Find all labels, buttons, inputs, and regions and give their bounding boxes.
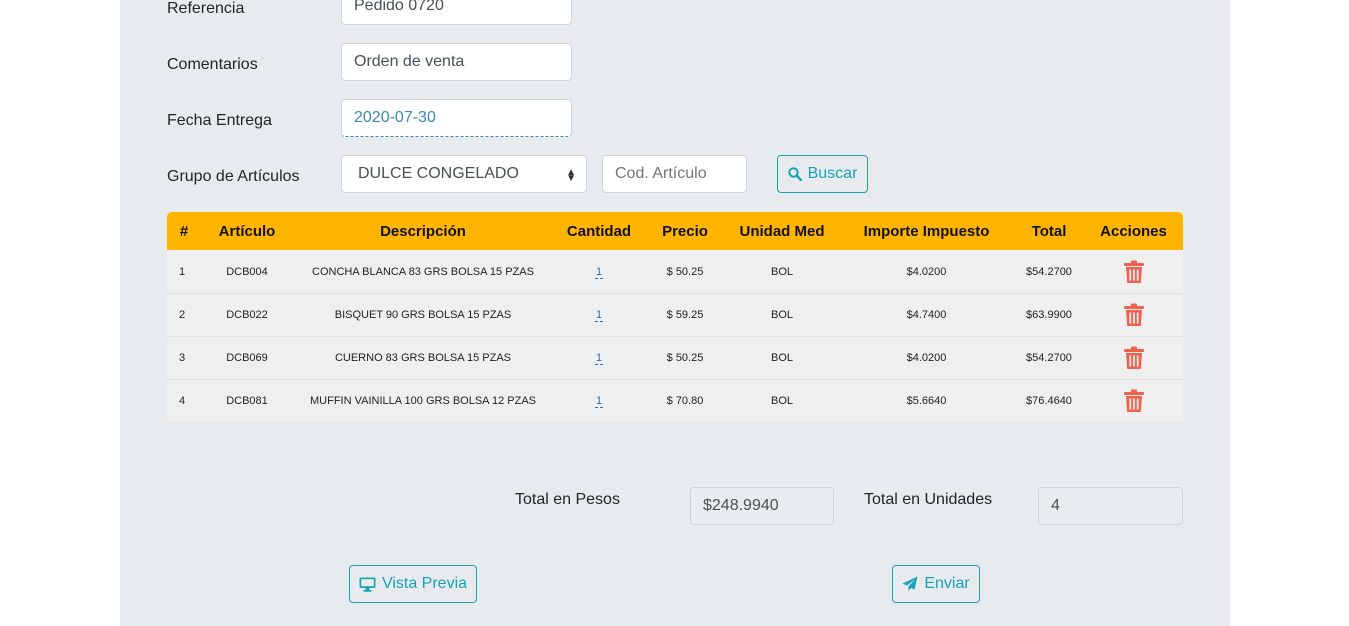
- row-number: 1: [167, 250, 201, 293]
- monitor-icon: [359, 577, 376, 592]
- col-header-cantidad: Cantidad: [553, 212, 645, 250]
- select-caret-icon: ▲ ▼: [566, 167, 576, 184]
- row-descripcion: BISQUET 90 GRS BOLSA 15 PZAS: [293, 293, 553, 336]
- col-header-descripcion: Descripción: [293, 212, 553, 250]
- row-number: 4: [167, 379, 201, 422]
- row-unidad: BOL: [725, 250, 839, 293]
- col-header-impuesto: Importe Impuesto: [839, 212, 1014, 250]
- row-impuesto: $4.0200: [839, 250, 1014, 293]
- row-cantidad-cell: 1: [553, 250, 645, 293]
- cod-articulo-input[interactable]: [602, 155, 747, 193]
- row-number: 2: [167, 293, 201, 336]
- total-pesos-field: [690, 487, 834, 525]
- comentarios-input[interactable]: [341, 43, 572, 81]
- fecha-entrega-label: Fecha Entrega: [167, 112, 272, 129]
- row-acciones: [1084, 336, 1183, 379]
- articulos-table: # Artículo Descripción Cantidad Precio U…: [167, 212, 1183, 422]
- enviar-button[interactable]: Enviar: [892, 565, 980, 603]
- paper-plane-icon: [902, 576, 918, 591]
- search-icon: [787, 167, 802, 181]
- row-articulo: DCB081: [201, 379, 293, 422]
- buscar-button[interactable]: Buscar: [777, 155, 868, 193]
- col-header-acciones: Acciones: [1084, 212, 1183, 250]
- row-cantidad-editable[interactable]: 1: [594, 395, 604, 408]
- trash-icon[interactable]: [1123, 346, 1144, 370]
- table-row: 2 DCB022 BISQUET 90 GRS BOLSA 15 PZAS 1 …: [167, 293, 1183, 336]
- grupo-articulos-label: Grupo de Artículos: [167, 168, 300, 185]
- row-unidad: BOL: [725, 293, 839, 336]
- row-acciones: [1084, 250, 1183, 293]
- trash-icon[interactable]: [1123, 389, 1144, 413]
- col-header-num: #: [167, 212, 201, 250]
- row-total: $54.2700: [1014, 336, 1084, 379]
- row-total: $54.2700: [1014, 250, 1084, 293]
- row-impuesto: $4.7400: [839, 293, 1014, 336]
- row-descripcion: CONCHA BLANCA 83 GRS BOLSA 15 PZAS: [293, 250, 553, 293]
- row-precio: $ 50.25: [645, 336, 725, 379]
- col-header-total: Total: [1014, 212, 1084, 250]
- grupo-articulos-select[interactable]: DULCE CONGELADO ▲ ▼: [341, 155, 587, 193]
- col-header-precio: Precio: [645, 212, 725, 250]
- comentarios-label: Comentarios: [167, 56, 258, 73]
- total-unidades-label: Total en Unidades: [864, 491, 993, 508]
- table-header-row: # Artículo Descripción Cantidad Precio U…: [167, 212, 1183, 250]
- row-total: $63.9900: [1014, 293, 1084, 336]
- col-header-articulo: Artículo: [201, 212, 293, 250]
- row-impuesto: $4.0200: [839, 336, 1014, 379]
- trash-icon[interactable]: [1123, 260, 1144, 284]
- row-cantidad-cell: 1: [553, 336, 645, 379]
- table-row: 4 DCB081 MUFFIN VAINILLA 100 GRS BOLSA 1…: [167, 379, 1183, 422]
- row-articulo: DCB004: [201, 250, 293, 293]
- total-unidades-field: [1038, 487, 1183, 525]
- row-articulo: DCB069: [201, 336, 293, 379]
- row-articulo: DCB022: [201, 293, 293, 336]
- row-cantidad-editable[interactable]: 1: [594, 309, 604, 322]
- row-acciones: [1084, 379, 1183, 422]
- buscar-label: Buscar: [807, 165, 858, 182]
- row-acciones: [1084, 293, 1183, 336]
- vista-previa-button[interactable]: Vista Previa: [349, 565, 477, 603]
- row-precio: $ 50.25: [645, 250, 725, 293]
- referencia-label: Referencia: [167, 0, 245, 17]
- row-unidad: BOL: [725, 379, 839, 422]
- row-cantidad-cell: 1: [553, 379, 645, 422]
- enviar-label: Enviar: [924, 575, 970, 592]
- row-unidad: BOL: [725, 336, 839, 379]
- row-precio: $ 70.80: [645, 379, 725, 422]
- total-pesos-label: Total en Pesos: [515, 491, 620, 508]
- vista-previa-label: Vista Previa: [381, 575, 468, 592]
- col-header-unidad: Unidad Med: [725, 212, 839, 250]
- row-precio: $ 59.25: [645, 293, 725, 336]
- table-row: 1 DCB004 CONCHA BLANCA 83 GRS BOLSA 15 P…: [167, 250, 1183, 293]
- row-impuesto: $5.6640: [839, 379, 1014, 422]
- trash-icon[interactable]: [1123, 303, 1144, 327]
- row-total: $76.4640: [1014, 379, 1084, 422]
- fecha-entrega-input[interactable]: [341, 99, 572, 137]
- row-cantidad-cell: 1: [553, 293, 645, 336]
- grupo-articulos-selected: DULCE CONGELADO: [358, 165, 519, 182]
- row-cantidad-editable[interactable]: 1: [594, 352, 604, 365]
- referencia-input[interactable]: [341, 0, 572, 25]
- row-descripcion: MUFFIN VAINILLA 100 GRS BOLSA 12 PZAS: [293, 379, 553, 422]
- row-cantidad-editable[interactable]: 1: [594, 265, 604, 279]
- row-descripcion: CUERNO 83 GRS BOLSA 15 PZAS: [293, 336, 553, 379]
- table-row: 3 DCB069 CUERNO 83 GRS BOLSA 15 PZAS 1 $…: [167, 336, 1183, 379]
- row-number: 3: [167, 336, 201, 379]
